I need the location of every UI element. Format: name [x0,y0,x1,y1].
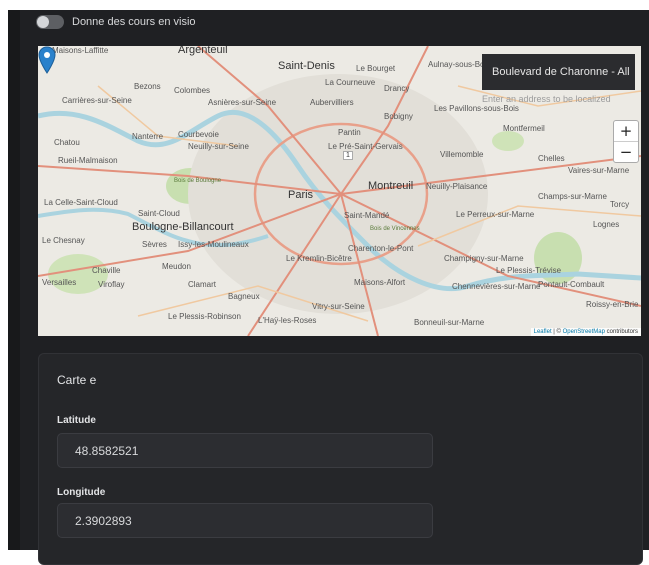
map-attribution: Leaflet | © OpenStreetMap contributors [530,328,641,336]
map-label: Saint-Denis [278,60,335,72]
map-label: Lognes [593,220,620,229]
zoom-in-button[interactable]: + [614,121,638,141]
latitude-input[interactable]: 48.8582521 [57,433,433,468]
search-placeholder: Enter an address to be localized [482,94,611,104]
map-label: La Celle-Saint-Cloud [44,198,118,207]
map-marker-icon[interactable] [38,46,56,74]
longitude-input[interactable]: 2.3902893 [57,503,433,538]
map-label: Aulnay-sous-Bois [428,60,491,69]
map-label: Sèvres [142,240,167,249]
map-label: Maisons-Alfort [354,278,406,287]
map-label: L'Haÿ-les-Roses [258,316,317,325]
map-label: Chennevières-sur-Marne [452,282,541,291]
map-label: Le Perreux-sur-Marne [456,210,535,219]
map-label: Meudon [162,262,191,271]
map-label: Argenteuil [178,46,228,56]
leaflet-link[interactable]: Leaflet [534,329,552,335]
map-label: Neuilly-sur-Seine [188,142,249,151]
longitude-value[interactable]: 2.3902893 [75,514,132,528]
map-label: Bonneuil-sur-Marne [414,318,485,327]
map[interactable]: Maisons-Laffitte Argenteuil Saint-Denis … [38,46,641,336]
map-label: Montreuil [368,180,414,192]
map-label: Chaville [92,266,121,275]
search-input-value[interactable]: Boulevard de Charonne - All [492,66,630,78]
zoom-control[interactable]: + − [613,120,639,163]
map-label: Chatou [54,138,80,147]
map-label: Asnières-sur-Seine [208,98,277,107]
map-label: Villemomble [440,150,484,159]
map-label: Bois de Boulogne [174,178,222,184]
map-label: Viroflay [98,280,125,289]
osm-link[interactable]: OpenStreetMap [563,329,605,335]
map-label: Vitry-sur-Seine [312,302,365,311]
toggle-knob [37,16,49,28]
cluster-count[interactable]: 1 [343,151,353,160]
visio-toggle[interactable] [36,15,64,29]
map-label: Torcy [610,200,630,209]
map-label: Maisons-Laffitte [52,46,109,55]
visio-toggle-label: Donne des cours en visio [72,16,196,28]
latitude-label: Latitude [57,415,96,426]
map-card: Carte e Latitude 48.8582521 Longitude 2.… [38,353,643,565]
map-label: Saint-Mandé [344,211,390,220]
attribution-sep: | © [551,329,563,335]
zoom-out-button[interactable]: − [614,142,638,162]
map-label: Le Plessis-Robinson [168,312,241,321]
left-strip [8,10,20,550]
map-label: Aubervilliers [310,98,354,107]
map-label: Champs-sur-Marne [538,192,607,201]
map-label: Courbevoie [178,130,219,139]
map-label: Montfermeil [503,124,545,133]
map-label: Paris [288,189,314,201]
latitude-value[interactable]: 48.8582521 [75,444,138,458]
map-label: Carrières-sur-Seine [62,96,132,105]
map-label: Bobigny [384,112,413,121]
map-label: La Courneuve [325,78,376,87]
map-label: Roissy-en-Brie [586,300,639,309]
map-label: Vaires-sur-Marne [568,166,630,175]
map-label: Nanterre [132,132,164,141]
map-label: Versailles [42,278,77,287]
map-label: Pontault-Combault [538,280,605,289]
attribution-tail: contributors [604,329,638,335]
map-label: Les Pavillons-sous-Bois [434,104,519,113]
map-label: Rueil-Malmaison [58,156,118,165]
map-label: Clamart [188,280,217,289]
visio-toggle-row[interactable]: Donne des cours en visio [36,14,196,30]
map-label: Bagneux [228,292,260,301]
map-label: Saint-Cloud [138,209,180,218]
map-label: Bezons [134,82,161,91]
longitude-label: Longitude [57,487,106,498]
map-label: Drancy [384,84,410,93]
card-title: Carte e [57,373,97,387]
map-label: Neuilly-Plaisance [426,182,488,191]
map-label: Le Bourget [356,64,396,73]
map-label: Pantin [338,128,361,137]
map-label: Le Plessis-Trévise [496,266,562,275]
map-label: Le Pré-Saint-Gervais [328,142,403,151]
map-label: Champigny-sur-Marne [444,254,524,263]
address-search-box[interactable]: Boulevard de Charonne - All [482,54,635,90]
map-label: Chelles [538,154,565,163]
map-label: Le Kremlin-Bicêtre [286,254,352,263]
map-label: Boulogne-Billancourt [132,221,234,233]
map-label: Charenton-le-Pont [348,244,414,253]
map-label: Bois de Vincennes [370,226,420,232]
map-label: Colombes [174,86,211,95]
map-label: Issy-les-Moulineaux [178,240,249,249]
map-label: Le Chesnay [42,236,85,245]
